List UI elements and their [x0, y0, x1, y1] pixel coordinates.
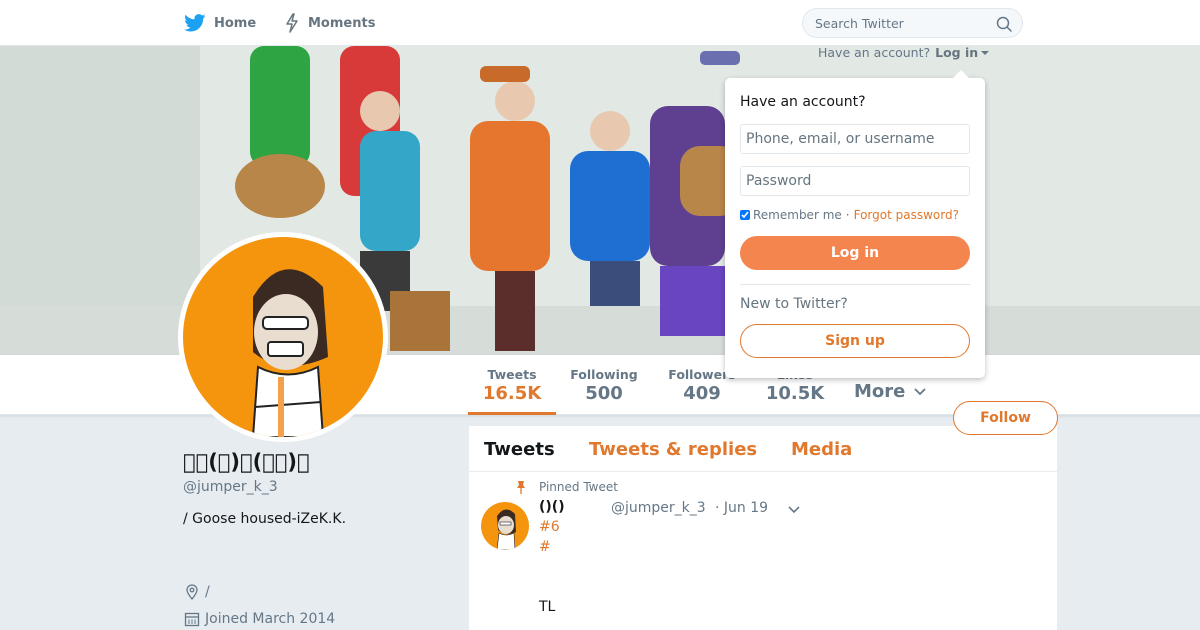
joined-text: Joined March 2014 [205, 611, 336, 627]
tab-tweets[interactable]: Tweets [484, 439, 555, 460]
profile-location: / [184, 584, 210, 600]
stat-value: 500 [585, 383, 623, 404]
forgot-password-link[interactable]: Forgot password? [854, 208, 959, 222]
stat-label: Following [570, 367, 638, 382]
follow-button[interactable]: Follow [953, 401, 1058, 435]
search-icon[interactable] [996, 16, 1012, 32]
login-button[interactable]: Log in [740, 236, 970, 270]
dropdown-divider [740, 284, 970, 285]
moments-bolt-icon [286, 13, 298, 33]
calendar-icon [184, 612, 200, 627]
stat-value: 409 [683, 383, 721, 404]
profile-joined: Joined March 2014 [184, 611, 335, 627]
caret-down-icon[interactable] [981, 50, 990, 55]
password-field[interactable] [740, 166, 970, 196]
stat-value: 16.5K [482, 383, 542, 404]
stat-value: 10.5K [765, 383, 825, 404]
nav-moments-label: Moments [308, 15, 376, 31]
profile-avatar[interactable] [178, 232, 388, 442]
remember-checkbox[interactable] [740, 210, 750, 220]
separator-dot: · [845, 208, 850, 222]
tweet-text: TL [539, 599, 556, 615]
tweet-date[interactable]: · Jun 19 [715, 500, 768, 516]
stat-tweets[interactable]: Tweets 16.5K [468, 355, 556, 415]
nav-moments[interactable]: Moments [285, 0, 375, 46]
tweet-hashtag[interactable]: #6 [539, 519, 560, 535]
nav-home-label: Home [214, 15, 257, 31]
login-prompt: Have an account? Log in [818, 45, 990, 60]
login-link[interactable]: Log in [935, 45, 978, 60]
more-menu[interactable]: More [854, 381, 927, 402]
remember-row: Remember me · Forgot password? [740, 208, 959, 222]
chevron-down-icon [914, 387, 927, 395]
stat-label: Tweets [487, 367, 537, 382]
profile-banner [0, 46, 1200, 355]
nav-home[interactable]: Home [184, 0, 256, 46]
search-input[interactable] [815, 15, 985, 31]
signup-button[interactable]: Sign up [740, 324, 970, 358]
profile-bio: / Goose housed-iZeK.K. [183, 511, 347, 527]
top-navigation: Home Moments [0, 0, 1200, 46]
pinned-label: Pinned Tweet [515, 480, 618, 494]
tweet-author-name[interactable]: ()() [539, 499, 565, 515]
banner-photo [0, 46, 1200, 355]
remember-label: Remember me [753, 208, 842, 222]
avatar-image [183, 237, 383, 437]
tweet-avatar[interactable] [481, 502, 529, 550]
location-text: / [205, 584, 210, 600]
location-icon [186, 584, 198, 600]
login-dropdown-title: Have an account? [740, 94, 866, 110]
pinned-text: Pinned Tweet [539, 480, 618, 494]
tweet-author-handle[interactable]: @jumper_k_3 [611, 500, 706, 516]
new-to-twitter-text: New to Twitter? [740, 296, 848, 312]
tab-media[interactable]: Media [791, 439, 852, 460]
tab-tweets-replies[interactable]: Tweets & replies [589, 439, 757, 460]
have-account-text: Have an account? [818, 45, 931, 60]
stat-following[interactable]: Following 500 [566, 355, 642, 415]
pin-icon [517, 481, 525, 494]
login-dropdown: Have an account? Remember me · Forgot pa… [725, 70, 985, 378]
profile-name:   ( ) (  )  [183, 450, 310, 474]
search-box [802, 8, 1023, 38]
profile-handle[interactable]: @jumper_k_3 [183, 479, 278, 495]
tweet-hashtag[interactable]: # [539, 539, 551, 555]
more-label: More [854, 381, 906, 402]
username-field[interactable] [740, 124, 970, 154]
twitter-bird-icon [184, 14, 206, 32]
chevron-down-icon[interactable] [787, 504, 801, 516]
timeline: Tweets Tweets & replies Media Pinned Twe… [469, 426, 1057, 630]
